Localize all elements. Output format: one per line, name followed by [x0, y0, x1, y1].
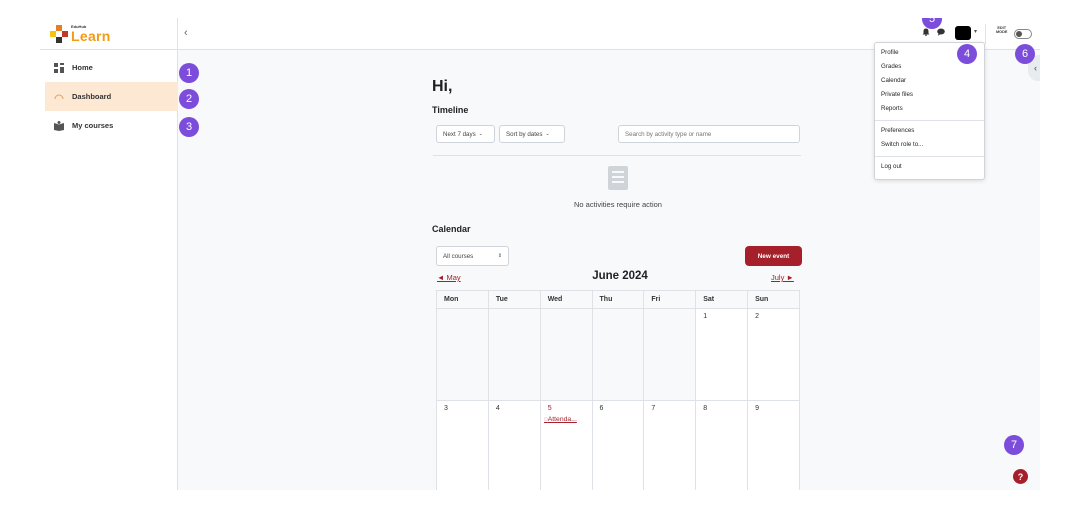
chevron-left-icon: ‹: [1034, 63, 1037, 73]
calendar-day-cell-today[interactable]: 5 ◌Attenda...: [539, 400, 593, 490]
timeline-divider: [433, 155, 801, 156]
collapse-sidebar-button[interactable]: ‹: [184, 27, 188, 39]
timeline-range-select[interactable]: Next 7 days ⌄: [436, 125, 495, 143]
weekday-header: Wed: [539, 290, 593, 309]
page-greeting: Hi,: [432, 78, 453, 95]
sidebar-item-my-courses[interactable]: My courses: [45, 111, 178, 140]
weekday-header: Thu: [591, 290, 645, 309]
timeline-sort-select[interactable]: Sort by dates ⌄: [499, 125, 565, 143]
annotation-badge: 4: [957, 44, 977, 64]
annotation-badge: 2: [179, 89, 199, 109]
sidebar-item-label: Dashboard: [72, 92, 112, 101]
navbar-divider: [985, 24, 986, 44]
speedometer-icon: [54, 92, 64, 102]
timeline-search-input[interactable]: [618, 125, 800, 143]
annotation-badge: 7: [1004, 435, 1024, 455]
annotation-badge: 6: [1015, 44, 1035, 64]
calendar-day-cell[interactable]: 6: [591, 400, 645, 490]
menu-item-calendar[interactable]: Calendar: [881, 77, 906, 84]
menu-item-profile[interactable]: Profile: [881, 49, 899, 56]
toggle-knob: [1016, 31, 1022, 37]
menu-item-reports[interactable]: Reports: [881, 105, 903, 112]
calendar-day-cell[interactable]: 2: [747, 308, 800, 401]
calendar-event-link[interactable]: ◌Attenda...: [544, 416, 592, 423]
edit-mode-toggle[interactable]: [1014, 29, 1032, 39]
sidebar-divider: [40, 49, 178, 50]
sidebar-item-label: My courses: [72, 121, 114, 130]
calendar-day-cell[interactable]: 4: [487, 400, 541, 490]
weekday-header: Sun: [747, 290, 800, 309]
dashboard-grid-icon: [54, 62, 64, 73]
calendar-week-row: 3 4 5 ◌Attenda... 6 7 8 9: [436, 400, 800, 490]
sidebar-item-dashboard[interactable]: Dashboard: [45, 82, 178, 111]
menu-item-preferences[interactable]: Preferences: [881, 127, 914, 134]
next-month-link[interactable]: July ►: [771, 273, 794, 282]
calendar-title: Calendar: [432, 224, 471, 234]
event-label: Attenda...: [547, 416, 577, 423]
site-logo[interactable]: EduHub Learn: [50, 22, 111, 46]
sidebar-item-home[interactable]: Home: [45, 53, 178, 82]
app-window: EduHub Learn Home Dashboard My courses ‹: [40, 18, 1040, 490]
calendar-week-row: 1 2: [436, 308, 800, 401]
weekday-header: Sat: [695, 290, 749, 309]
menu-item-log-out[interactable]: Log out: [881, 163, 902, 170]
annotation-badge: 1: [179, 63, 199, 83]
chevron-down-icon: ⌄: [545, 131, 550, 137]
calendar-day-empty: [436, 308, 489, 401]
annotation-badge: 3: [179, 117, 199, 137]
calendar-month-grid: Mon Tue Wed Thu Fri Sat Sun 1 2 3 4 5 ◌A…: [436, 290, 800, 490]
messages-chat-icon[interactable]: [937, 28, 945, 38]
user-menu-chevron-down-icon[interactable]: ▾: [974, 28, 977, 35]
calendar-course-select[interactable]: All courses ⇕: [436, 246, 509, 266]
calendar-day-empty: [643, 308, 697, 401]
menu-item-private-files[interactable]: Private files: [881, 91, 913, 98]
menu-divider: [875, 120, 984, 121]
logo-mark-icon: [50, 25, 68, 43]
menu-item-switch-role[interactable]: Switch role to...: [881, 141, 923, 148]
calendar-day-cell[interactable]: 7: [643, 400, 697, 490]
notification-bell-icon[interactable]: [922, 28, 930, 38]
previous-month-link[interactable]: ◄ May: [437, 273, 461, 282]
calendar-weekday-row: Mon Tue Wed Thu Fri Sat Sun: [436, 290, 800, 309]
open-book-icon: [54, 120, 64, 131]
user-avatar[interactable]: [955, 26, 971, 40]
calendar-day-empty: [487, 308, 541, 401]
timeline-empty-message: No activities require action: [574, 200, 662, 209]
sidebar: EduHub Learn Home Dashboard My courses: [40, 18, 178, 490]
empty-list-icon: [608, 166, 628, 190]
calendar-day-cell[interactable]: 3: [436, 400, 489, 490]
logo-name: Learn: [71, 28, 111, 44]
weekday-header: Mon: [436, 290, 489, 309]
calendar-day-cell[interactable]: 1: [695, 308, 749, 401]
calendar-day-cell[interactable]: 9: [747, 400, 800, 490]
calendar-day-empty: [591, 308, 645, 401]
sidebar-item-label: Home: [72, 63, 93, 72]
calendar-day-empty: [539, 308, 593, 401]
weekday-header: Tue: [487, 290, 541, 309]
calendar-month-title: June 2024: [592, 270, 648, 282]
calendar-day-cell[interactable]: 8: [695, 400, 749, 490]
timeline-title: Timeline: [432, 105, 469, 115]
select-arrows-icon: ⇕: [497, 253, 502, 259]
chevron-down-icon: ⌄: [478, 131, 483, 137]
edit-mode-label: EDIT MODE: [996, 26, 1008, 34]
new-event-button[interactable]: New event: [745, 246, 802, 266]
weekday-header: Fri: [643, 290, 697, 309]
menu-divider: [875, 156, 984, 157]
menu-item-grades[interactable]: Grades: [881, 63, 901, 70]
calendar-day-number: 5: [547, 405, 552, 412]
help-question-button[interactable]: ?: [1013, 469, 1028, 484]
